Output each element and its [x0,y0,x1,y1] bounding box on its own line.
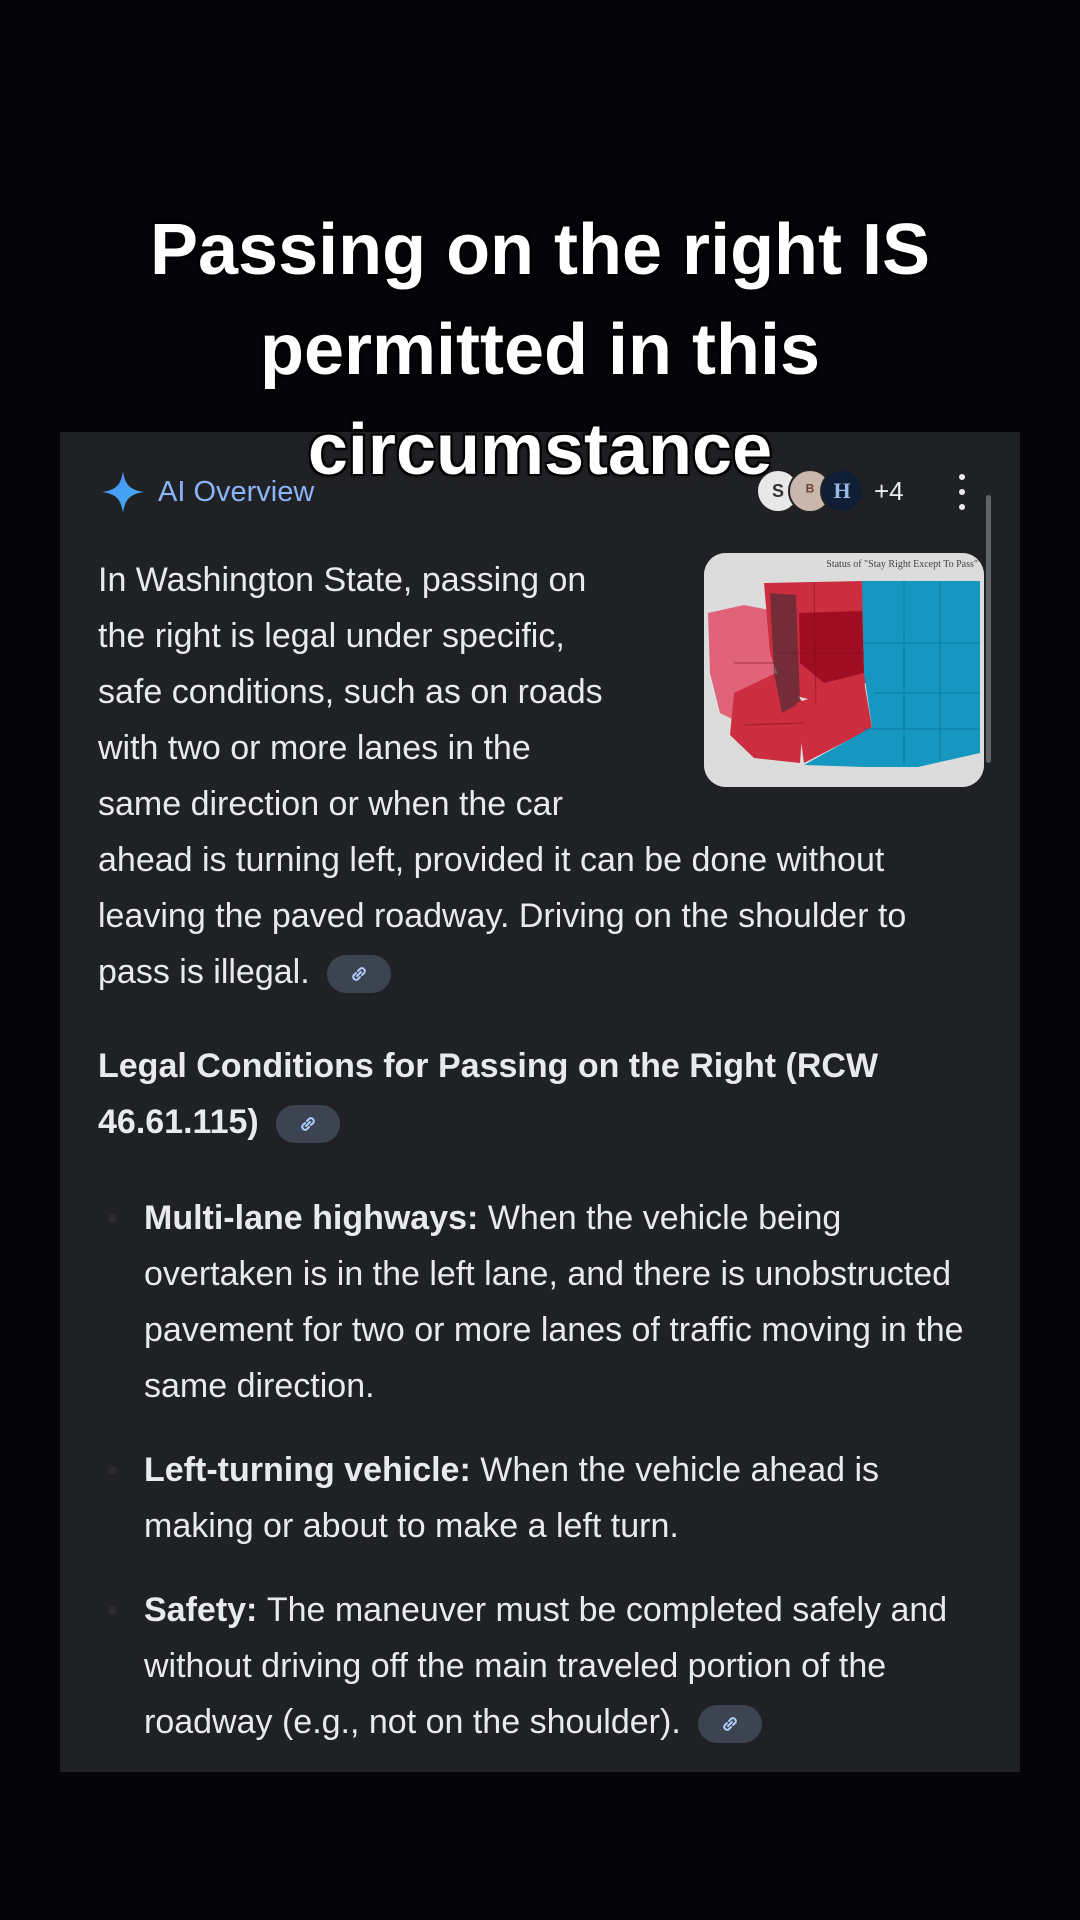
list-item: Safety: The maneuver must be completed s… [98,1582,978,1750]
paragraph-line: In Washington State, passing on [98,561,587,599]
card-scrollbar[interactable] [986,495,991,763]
caption-line: circumstance [307,410,773,490]
list-item-label: Safety: [144,1591,267,1629]
paragraph-line: with two or more lanes in the [98,729,531,767]
link-icon [301,1117,315,1131]
paragraph-line-text: pass is illegal. [98,953,310,991]
caption-line: Passing on the right IS [149,210,931,290]
list-item-label: Left-turning vehicle: [144,1451,481,1489]
conditions-list: Multi-lane highways: When the vehicle be… [98,1190,978,1778]
list-item: Multi-lane highways: When the vehicle be… [98,1190,978,1414]
paragraph-line: leaving the paved roadway. Driving on th… [98,897,907,935]
source-link-chip[interactable] [698,1705,763,1744]
source-link-chip[interactable] [327,955,392,994]
link-icon [352,967,366,981]
video-caption: Passing on the right IS permitted in thi… [60,200,1020,500]
bullet-dot [108,1606,117,1615]
bullet-dot [108,1214,117,1223]
section-heading: Legal Conditions for Passing on the Righ… [98,1038,978,1150]
source-link-chip[interactable] [276,1105,341,1144]
paragraph-line: ahead is turning left, provided it can b… [98,841,885,879]
bullet-dot [108,1466,117,1475]
paragraph-line: safe conditions, such as on roads [98,673,603,711]
link-icon [723,1717,737,1731]
paragraph-line: the right is legal under specific, [98,617,565,655]
paragraph-line: same direction or when the car [98,785,563,823]
heading-line: Legal Conditions for Passing on the Righ… [98,1047,879,1085]
list-item-label: Multi-lane highways: [144,1199,488,1237]
list-item: Left-turning vehicle: When the vehicle a… [98,1442,978,1554]
caption-line: permitted in this [259,310,821,390]
screen: AI Overview S ᴮ H +4 Status of "Stay Rig… [0,0,1080,1920]
overview-paragraph: In Washington State, passing on the righ… [98,552,978,1000]
paragraph-line-last: pass is illegal. [98,944,978,1000]
heading-line: 46.61.115) [98,1103,259,1141]
